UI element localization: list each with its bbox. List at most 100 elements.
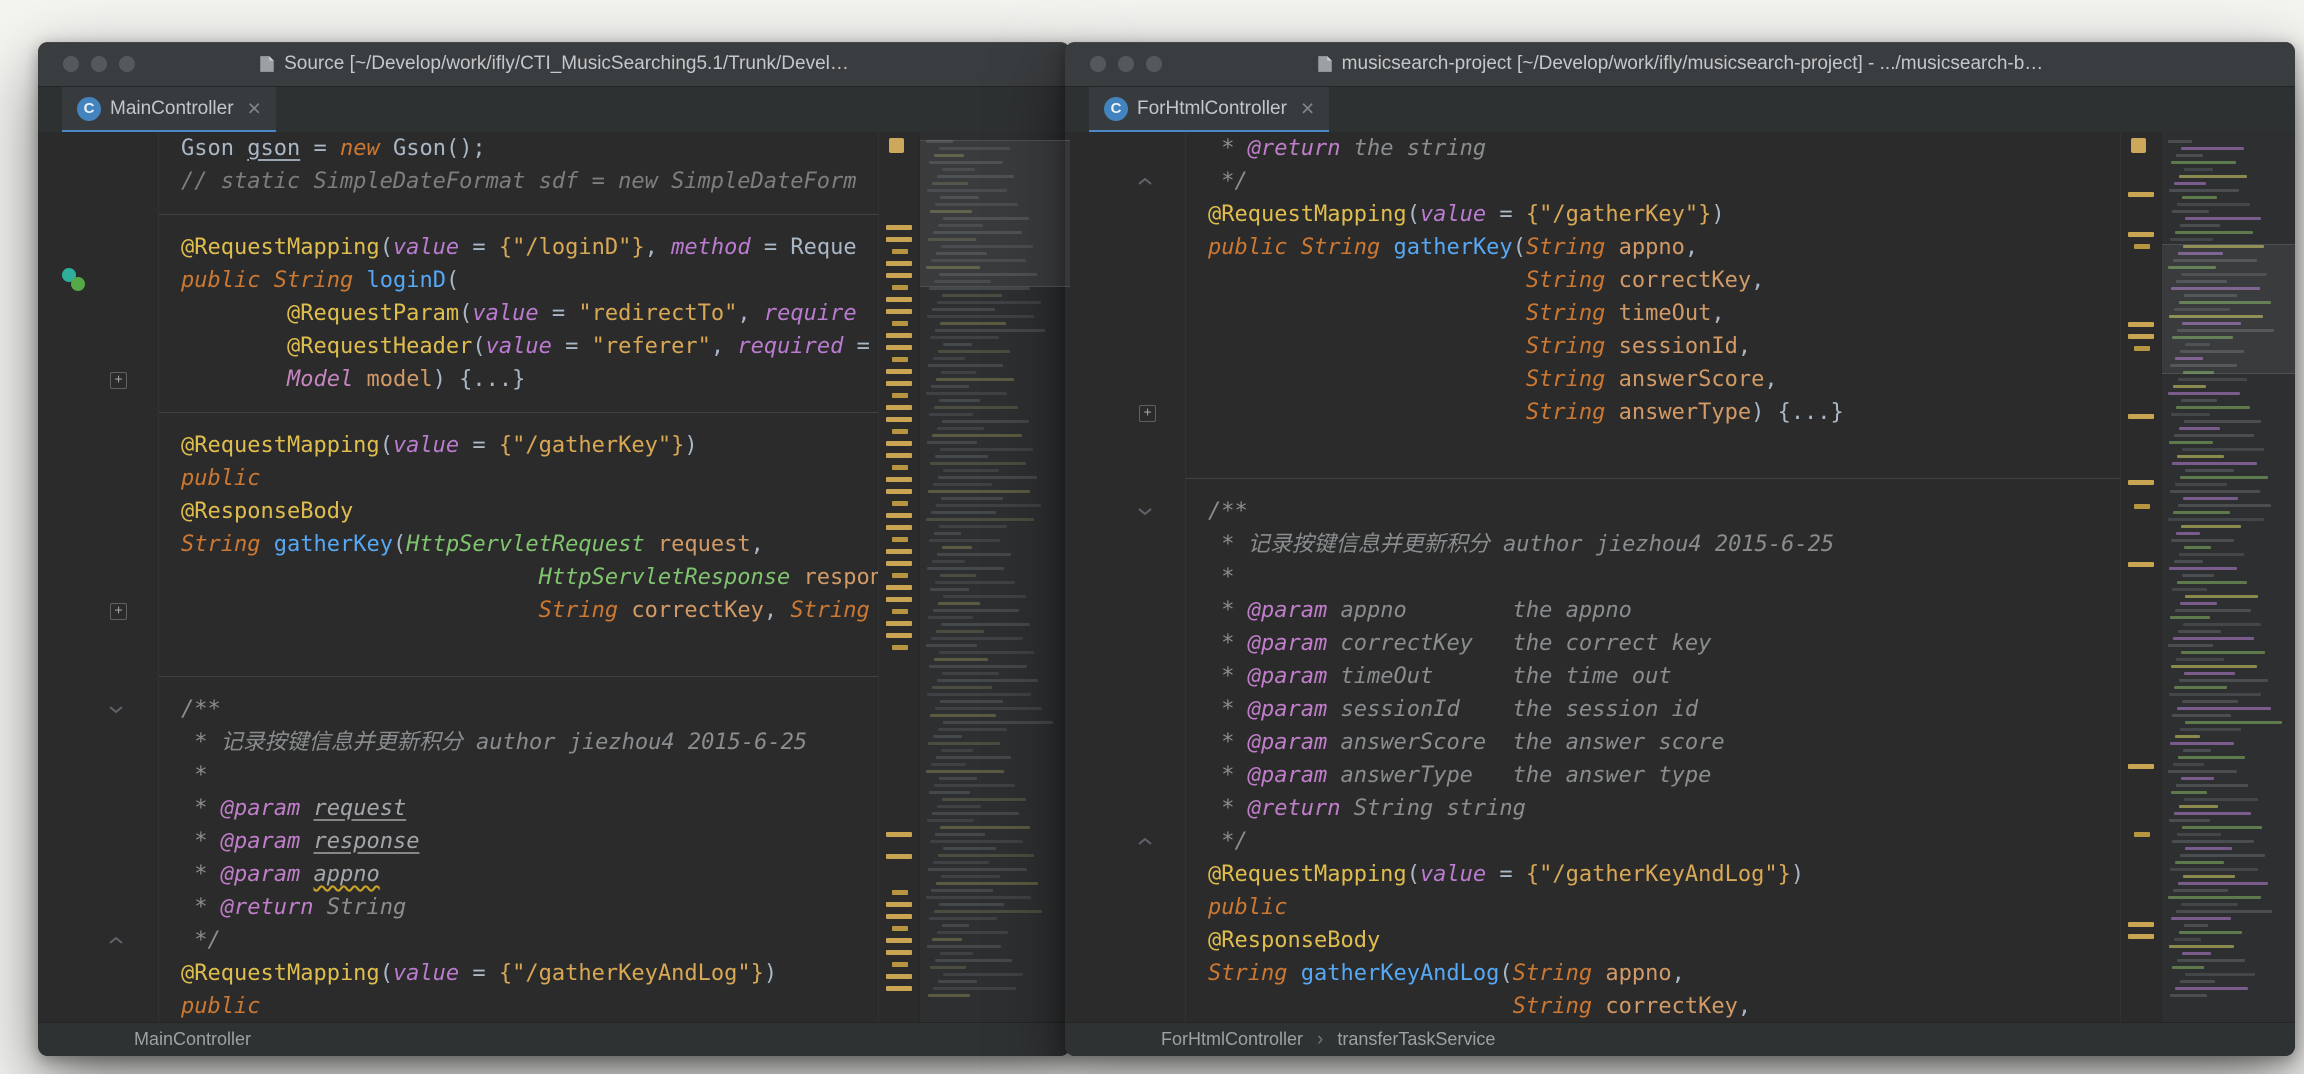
code-line: String gatherKey(HttpServletRequest requ… xyxy=(181,528,878,561)
minimap-row xyxy=(2168,392,2240,395)
minimap-row xyxy=(940,448,1033,451)
code-line: public xyxy=(181,462,878,495)
code-minimap[interactable] xyxy=(919,132,1070,1023)
minimap-row xyxy=(928,616,973,619)
minimap-row xyxy=(2169,819,2210,822)
close-window-button[interactable] xyxy=(1089,55,1107,73)
minimap-row xyxy=(932,308,995,311)
code-line: @RequestHeader(value = "referer", requir… xyxy=(181,330,878,363)
fold-expand-icon[interactable]: + xyxy=(110,603,127,620)
minimap-viewport[interactable] xyxy=(920,140,1070,287)
minimap-viewport[interactable] xyxy=(2162,244,2295,374)
minimap-row xyxy=(934,406,1018,409)
titlebar[interactable]: musicsearch-project [~/Develop/work/ifly… xyxy=(1065,42,2295,87)
breadcrumb-item[interactable]: ForHtmlController xyxy=(1161,1029,1303,1050)
minimap-row xyxy=(2185,721,2282,724)
code-line: String correctKey, xyxy=(1208,264,2120,297)
fold-chevron-up-icon[interactable] xyxy=(1137,837,1153,846)
tab-label: MainController xyxy=(110,98,234,120)
stripe-mark xyxy=(2134,346,2150,351)
code-minimap[interactable] xyxy=(2161,132,2295,1023)
minimap-row xyxy=(2180,224,2220,227)
minimap-row xyxy=(2178,882,2268,885)
minimap-row xyxy=(926,644,977,647)
stripe-mark xyxy=(886,854,912,859)
minimap-row xyxy=(2171,665,2257,668)
error-stripe-scrollbar[interactable] xyxy=(2120,132,2161,1023)
window-source-maincontroller: Source [~/Develop/work/ifly/CTI_MusicSea… xyxy=(38,42,1070,1056)
zoom-window-button[interactable] xyxy=(118,55,136,73)
stripe-mark xyxy=(886,902,912,907)
code-line: @RequestMapping(value = {"/loginD"}, met… xyxy=(181,231,878,264)
editor-gutter: + xyxy=(1065,132,1186,1023)
minimap-row xyxy=(2169,945,2234,948)
tab-maincontroller[interactable]: C MainController × xyxy=(62,87,276,133)
minimap-row xyxy=(927,567,1004,570)
fold-chevron-up-icon[interactable] xyxy=(108,936,124,945)
minimap-row xyxy=(2177,203,2250,206)
tab-forhtmlcontroller[interactable]: C ForHtmlController × xyxy=(1089,87,1329,133)
minimap-row xyxy=(2175,483,2227,486)
stripe-mark xyxy=(886,441,912,446)
stripe-mark xyxy=(886,345,912,350)
minimap-row xyxy=(941,875,1000,878)
minimize-window-button[interactable] xyxy=(90,55,108,73)
fold-chevron-down-icon[interactable] xyxy=(1137,507,1153,516)
minimize-window-button[interactable] xyxy=(1117,55,1135,73)
minimap-row xyxy=(933,609,1019,612)
minimap-row xyxy=(929,413,973,416)
minimap-row xyxy=(932,560,965,563)
spring-mapping-gutter-icon[interactable] xyxy=(62,268,88,294)
minimap-row xyxy=(2184,168,2213,171)
minimap-row xyxy=(2168,770,2237,773)
breadcrumb-item[interactable]: transferTaskService xyxy=(1337,1029,1495,1050)
fold-chevron-down-icon[interactable] xyxy=(108,705,124,714)
error-stripe-scrollbar[interactable] xyxy=(878,132,919,1023)
stripe-mark xyxy=(892,501,908,506)
stripe-mark xyxy=(886,633,912,638)
breadcrumbs: ForHtmlController › transferTaskService xyxy=(1065,1022,2295,1056)
code-line: * @return String xyxy=(181,891,878,924)
minimap-row xyxy=(938,602,980,605)
breadcrumbs: MainController xyxy=(38,1022,1070,1056)
minimap-row xyxy=(927,819,974,822)
minimap-row xyxy=(2178,378,2247,381)
code-line xyxy=(1208,429,2120,462)
tab-close-icon[interactable]: × xyxy=(1301,97,1314,120)
zoom-window-button[interactable] xyxy=(1145,55,1163,73)
minimap-row xyxy=(930,840,1023,843)
fold-chevron-up-icon[interactable] xyxy=(1137,177,1153,186)
titlebar[interactable]: Source [~/Develop/work/ifly/CTI_MusicSea… xyxy=(38,42,1070,87)
minimap-row xyxy=(926,770,1004,773)
code-editor[interactable]: * @return the string */@RequestMapping(v… xyxy=(1186,132,2120,1023)
minimap-row xyxy=(2175,231,2253,234)
code-line: @RequestMapping(value = {"/gatherKey"}) xyxy=(181,429,878,462)
stripe-mark xyxy=(886,273,912,278)
minimap-row xyxy=(2176,910,2272,913)
stripe-mark xyxy=(2134,244,2150,249)
minimap-row xyxy=(937,553,1011,556)
stripe-marker-square xyxy=(889,138,904,153)
minimap-row xyxy=(2179,931,2242,934)
tab-close-icon[interactable]: × xyxy=(248,97,261,120)
desktop: Source [~/Develop/work/ifly/CTI_MusicSea… xyxy=(0,0,2304,1074)
minimap-row xyxy=(2171,413,2210,416)
minimap-row xyxy=(2179,805,2218,808)
minimap-row xyxy=(933,861,989,864)
close-window-button[interactable] xyxy=(62,55,80,73)
document-icon xyxy=(1317,55,1333,73)
minimap-row xyxy=(940,700,1003,703)
minimap-row xyxy=(2170,742,2234,745)
code-line xyxy=(1208,462,2120,495)
stripe-mark xyxy=(886,986,912,991)
minimap-row xyxy=(2172,840,2254,843)
fold-expand-icon[interactable]: + xyxy=(1139,405,1156,422)
breadcrumb-item[interactable]: MainController xyxy=(134,1029,251,1050)
fold-expand-icon[interactable]: + xyxy=(110,372,127,389)
minimap-row xyxy=(2181,525,2241,528)
minimap-row xyxy=(930,336,999,339)
code-line: */ xyxy=(1208,825,2120,858)
stripe-mark xyxy=(886,513,912,518)
code-editor[interactable]: Gson gson = new Gson();// static SimpleD… xyxy=(159,132,878,1023)
minimap-row xyxy=(939,777,977,780)
